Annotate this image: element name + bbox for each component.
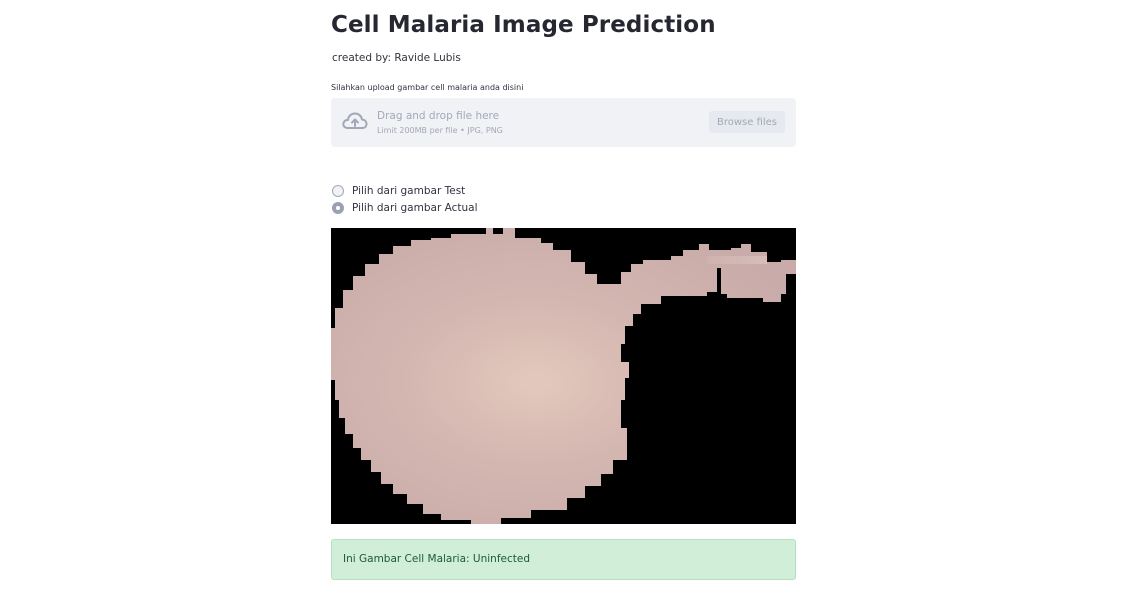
- upload-label: Silahkan upload gambar cell malaria anda…: [331, 83, 524, 92]
- radio-option-actual[interactable]: Pilih dari gambar Actual: [332, 200, 478, 216]
- radio-option-test[interactable]: Pilih dari gambar Test: [332, 183, 465, 199]
- cell-image: [331, 228, 796, 524]
- dropzone-instructions: Drag and drop file here: [377, 110, 500, 122]
- prediction-result-alert: Ini Gambar Cell Malaria: Uninfected: [331, 539, 796, 580]
- cloud-upload-icon: [342, 112, 368, 129]
- author-subtitle: created by: Ravide Lubis: [332, 52, 461, 64]
- dropzone-limit-text: Limit 200MB per file • JPG, PNG: [377, 126, 503, 135]
- radio-label-actual: Pilih dari gambar Actual: [352, 202, 478, 214]
- radio-label-test: Pilih dari gambar Test: [352, 185, 466, 197]
- page-title: Cell Malaria Image Prediction: [331, 12, 716, 38]
- radio-button-test[interactable]: [332, 185, 344, 197]
- browse-files-button[interactable]: Browse files: [709, 111, 785, 133]
- prediction-result-text: Ini Gambar Cell Malaria: Uninfected: [343, 553, 530, 565]
- radio-button-actual[interactable]: [332, 202, 344, 214]
- file-dropzone[interactable]: Drag and drop file here Limit 200MB per …: [331, 98, 796, 147]
